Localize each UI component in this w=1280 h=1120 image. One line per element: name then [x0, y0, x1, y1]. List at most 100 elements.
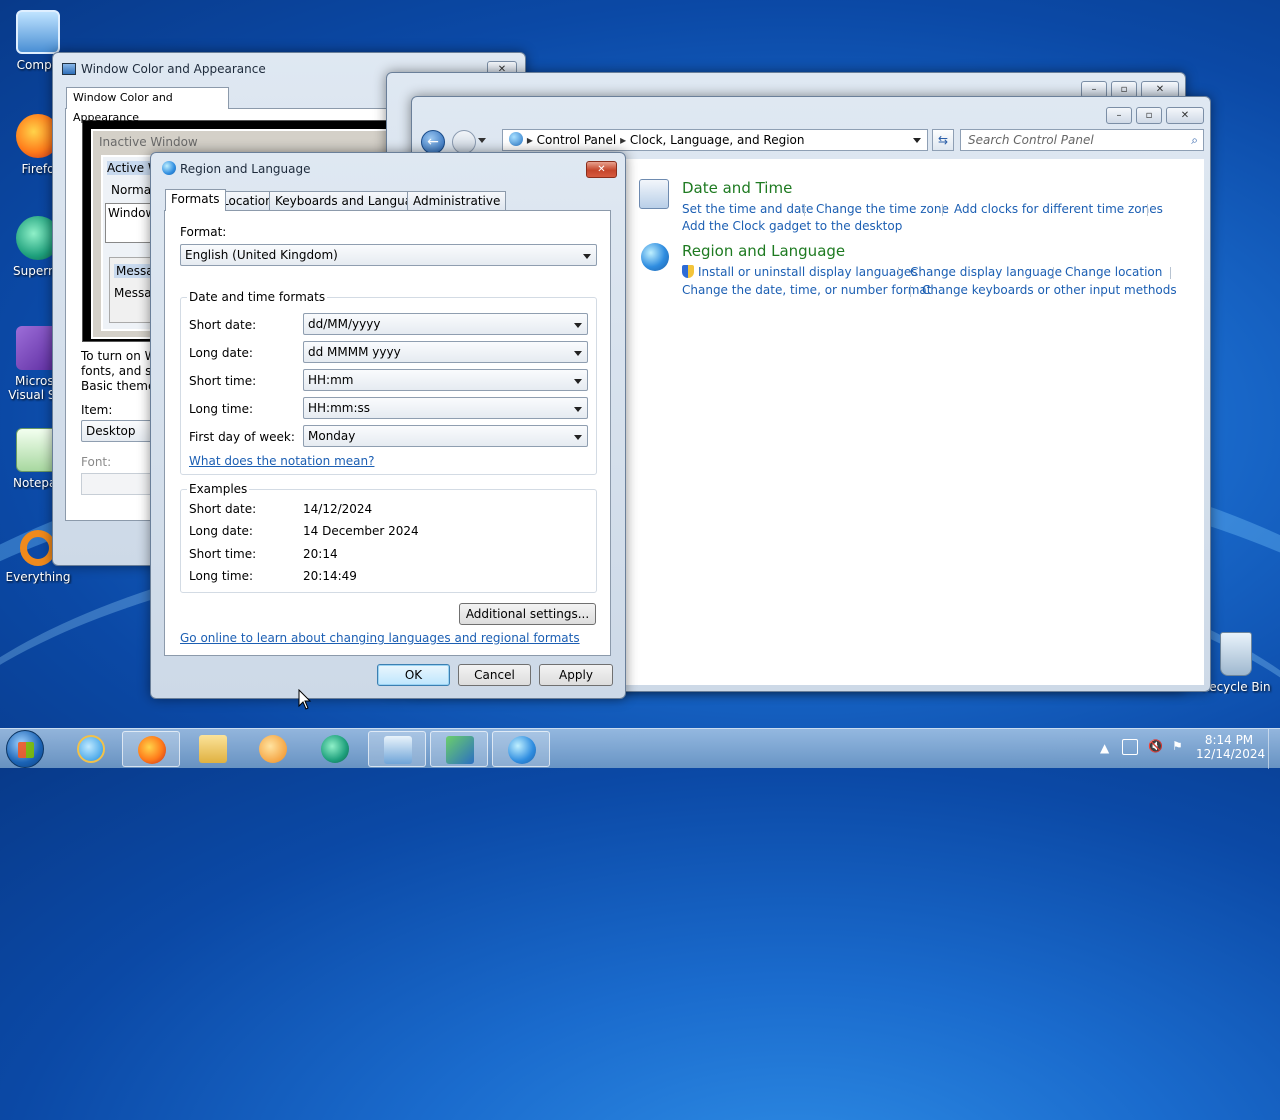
long-time-label: Long time:: [189, 402, 254, 416]
first-day-label: First day of week:: [189, 430, 295, 444]
clock-date: 12/14/2024: [1196, 747, 1266, 761]
taskbar-supermium[interactable]: [306, 731, 364, 767]
taskbar-region-language[interactable]: [492, 731, 550, 767]
computer-icon: [16, 10, 60, 54]
short-date-select[interactable]: dd/MM/yyyy: [303, 313, 588, 335]
long-date-select[interactable]: dd MMMM yyyy: [303, 341, 588, 363]
chevron-down-icon: [574, 323, 582, 328]
chevron-down-icon: [583, 254, 591, 259]
volume-muted-icon[interactable]: 🔇: [1148, 739, 1163, 753]
example-long-date-label: Long date:: [189, 524, 253, 538]
maximize-button[interactable]: ▫: [1136, 107, 1162, 124]
taskbar-ie[interactable]: [62, 731, 120, 767]
long-time-select[interactable]: HH:mm:ss: [303, 397, 588, 419]
ok-button[interactable]: OK: [377, 664, 450, 686]
example-short-date-label: Short date:: [189, 502, 257, 516]
preview-normal: Norma: [111, 183, 152, 197]
refresh-button[interactable]: ⇆: [932, 129, 954, 151]
change-display-language-link[interactable]: Change display language: [910, 265, 1062, 279]
add-clocks-link[interactable]: Add clocks for different time zones: [954, 202, 1163, 216]
item-label: Item:: [81, 403, 113, 417]
install-languages-link[interactable]: Install or uninstall display languages: [698, 265, 918, 279]
short-time-select[interactable]: HH:mm: [303, 369, 588, 391]
address-bar[interactable]: ▸ Control Panel ▸ Clock, Language, and R…: [502, 129, 928, 151]
taskbar-firefox[interactable]: [122, 731, 180, 767]
breadcrumb-control-panel[interactable]: Control Panel: [537, 133, 617, 147]
firefox-icon: [138, 736, 166, 764]
date-time-icon: [639, 179, 669, 209]
long-date-label: Long date:: [189, 346, 253, 360]
apply-button[interactable]: Apply: [539, 664, 613, 686]
search-input[interactable]: Search Control Panel ⌕: [960, 129, 1204, 151]
control-panel-icon: [384, 736, 412, 764]
change-keyboards-link[interactable]: Change keyboards or other input methods: [922, 283, 1177, 297]
windows-logo-icon: [18, 742, 34, 758]
mouse-cursor-icon: [298, 689, 312, 710]
first-day-value: Monday: [308, 429, 356, 443]
minimize-button[interactable]: –: [1106, 107, 1132, 124]
cancel-button[interactable]: Cancel: [458, 664, 531, 686]
start-button[interactable]: [6, 730, 44, 768]
tab-formats[interactable]: Formats: [165, 189, 226, 211]
personalize-icon: [446, 736, 474, 764]
date-and-time-title[interactable]: Date and Time: [682, 179, 792, 197]
example-long-time-value: 20:14:49: [303, 569, 357, 583]
preview-inactive-title: Inactive Window: [99, 135, 198, 149]
taskbar-media-player[interactable]: [244, 731, 302, 767]
tab-administrative[interactable]: Administrative: [407, 191, 507, 211]
font-label: Font:: [81, 455, 112, 469]
recent-pages-button[interactable]: [478, 138, 486, 143]
additional-settings-button[interactable]: Additional settings...: [459, 603, 596, 625]
close-button[interactable]: ✕: [586, 161, 617, 178]
short-date-label: Short date:: [189, 318, 257, 332]
refresh-icon: ⇆: [937, 133, 949, 147]
tab-location-label: Location: [222, 194, 273, 208]
change-location-link[interactable]: Change location: [1065, 265, 1162, 279]
set-time-date-link[interactable]: Set the time and date: [682, 202, 813, 216]
region-language-dialog[interactable]: Region and Language ✕ Formats Location K…: [150, 152, 626, 699]
clock-time: 8:14 PM: [1204, 733, 1254, 747]
tab-formats-label: Formats: [171, 192, 220, 206]
notation-help-link[interactable]: What does the notation mean?: [189, 454, 374, 468]
personalize-icon: [62, 63, 76, 75]
first-day-select[interactable]: Monday: [303, 425, 588, 447]
go-online-link[interactable]: Go online to learn about changing langua…: [180, 631, 580, 645]
internet-explorer-icon: [77, 735, 105, 763]
back-button[interactable]: ←: [421, 130, 445, 154]
change-format-link[interactable]: Change the date, time, or number format: [682, 283, 931, 297]
close-button[interactable]: ✕: [1166, 107, 1204, 124]
item-select-value: Desktop: [86, 424, 136, 438]
formats-panel: Format: English (United Kingdom) Date an…: [164, 210, 611, 656]
change-time-zone-link[interactable]: Change the time zone: [816, 202, 949, 216]
recycle-bin-icon: [1220, 632, 1252, 676]
clock[interactable]: 8:14 PM 12/14/2024: [1196, 733, 1266, 761]
additional-settings-label: Additional settings...: [465, 607, 590, 621]
format-select-value: English (United Kingdom): [185, 248, 338, 262]
forward-button[interactable]: [452, 130, 476, 154]
dialog-title: Region and Language: [180, 162, 311, 176]
taskbar-explorer[interactable]: [184, 731, 242, 767]
address-dropdown-icon[interactable]: [913, 138, 921, 143]
network-icon[interactable]: [1122, 739, 1138, 755]
show-hidden-icons-button[interactable]: ▲: [1100, 741, 1109, 755]
folder-icon: [199, 735, 227, 763]
breadcrumb-clock-language-region[interactable]: Clock, Language, and Region: [630, 133, 805, 147]
region-language-icon: [641, 243, 669, 271]
wca-tab[interactable]: Window Color and Appearance: [66, 87, 229, 124]
region-and-language-title[interactable]: Region and Language: [682, 242, 845, 260]
example-long-time-label: Long time:: [189, 569, 254, 583]
long-date-value: dd MMMM yyyy: [308, 345, 401, 359]
search-placeholder: Search Control Panel: [968, 133, 1094, 147]
control-panel-icon: [509, 132, 523, 146]
action-center-flag-icon[interactable]: ⚑: [1172, 739, 1183, 753]
taskbar-personalization[interactable]: [430, 731, 488, 767]
show-desktop-button[interactable]: [1268, 729, 1280, 769]
add-clock-gadget-link[interactable]: Add the Clock gadget to the desktop: [682, 219, 902, 233]
format-select[interactable]: English (United Kingdom): [180, 244, 597, 266]
search-icon: ⌕: [1191, 133, 1198, 147]
taskbar-control-panel[interactable]: [368, 731, 426, 767]
long-time-value: HH:mm:ss: [308, 401, 371, 415]
chevron-down-icon: [574, 435, 582, 440]
globe-icon: [162, 161, 176, 175]
uac-shield-icon: [682, 265, 694, 278]
